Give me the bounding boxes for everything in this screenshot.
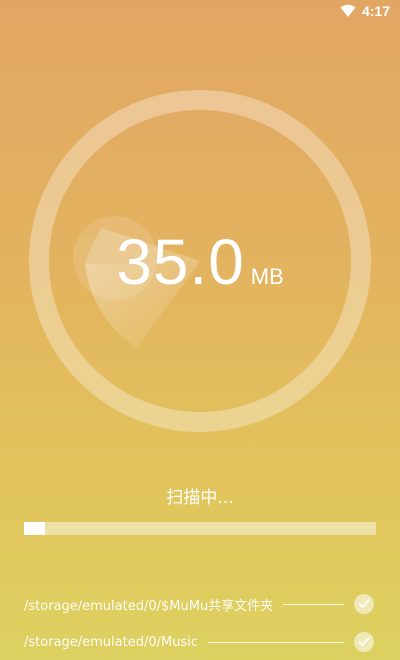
scanned-path-text: /storage/emulated/0/$MuMu共享文件夹 (24, 598, 274, 614)
scan-progress-bar (24, 522, 376, 535)
path-divider-line (283, 603, 344, 605)
status-bar-right: 4:17 (340, 3, 390, 19)
scan-status-text: 扫描中... (166, 488, 234, 508)
scanned-path-row: /storage/emulated/0/$MuMu共享文件夹 (24, 593, 374, 615)
wifi-icon (340, 4, 356, 18)
scanned-size: 35.0 MB (0, 225, 400, 299)
scanned-size-value: 35.0 (116, 226, 245, 298)
status-time: 4:17 (361, 3, 390, 19)
scan-progress-fill (24, 522, 46, 535)
status-bar: 4:17 (0, 0, 400, 24)
scanned-path-text: /storage/emulated/0/Music (24, 634, 198, 650)
check-icon (354, 632, 374, 652)
scanned-path-row: /storage/emulated/0/Music (24, 631, 374, 653)
scanned-size-unit: MB (250, 264, 284, 289)
path-divider-line (208, 641, 344, 643)
check-icon (354, 594, 374, 614)
